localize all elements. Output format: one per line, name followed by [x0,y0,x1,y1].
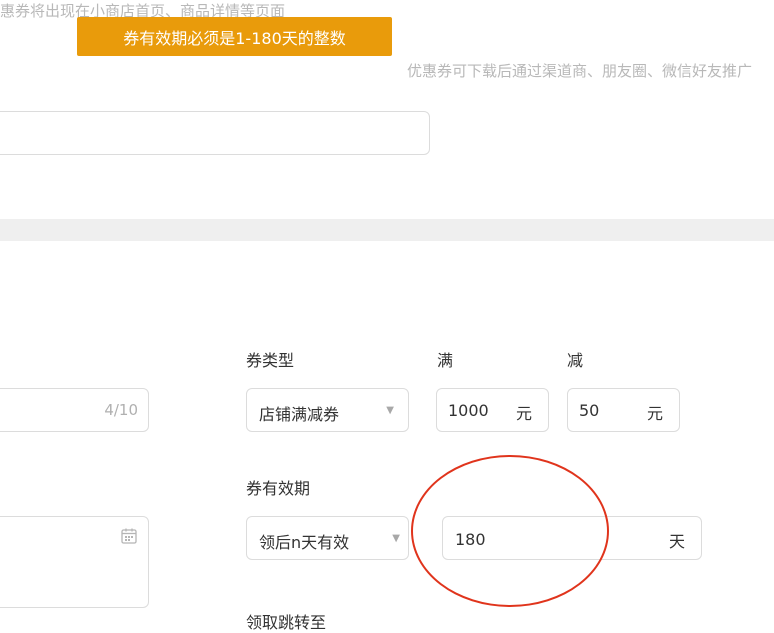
validity-days-unit: 天 [668,532,685,551]
coupon-name-input[interactable]: 4/10 [0,388,149,432]
date-range-input[interactable] [0,516,149,608]
discount-label: 减 [567,351,584,370]
chevron-down-icon: ▼ [392,533,400,544]
validity-label: 券有效期 [246,479,311,498]
coupon-type-select[interactable]: 店铺满减券 ▼ [246,388,409,432]
chevron-down-icon: ▼ [386,405,394,416]
promo-hint-text: 优惠券可下载后通过渠道商、朋友圈、微信好友推广 [407,62,753,80]
threshold-label: 满 [437,351,454,370]
section-divider [0,219,774,241]
validation-error-toast: 券有效期必须是1-180天的整数 [77,17,392,56]
coupon-type-selected: 店铺满减券 [259,405,340,424]
coupon-type-label: 券类型 [246,351,295,370]
toast-message: 券有效期必须是1-180天的整数 [123,28,346,48]
discount-value: 50 [579,401,600,420]
redirect-label: 领取跳转至 [246,613,327,632]
discount-amount-input[interactable]: 50 元 [567,388,680,432]
threshold-value: 1000 [448,401,489,420]
discount-unit: 元 [646,404,663,423]
validity-days-value: 180 [455,530,486,549]
validity-mode-select[interactable]: 领后n天有效 ▼ [246,516,409,560]
coupon-description-input[interactable] [0,111,430,155]
threshold-amount-input[interactable]: 1000 元 [436,388,549,432]
validity-mode-selected: 领后n天有效 [259,533,350,552]
calendar-icon[interactable] [120,527,138,549]
validity-days-input[interactable]: 180 天 [442,516,702,560]
threshold-unit: 元 [515,404,532,423]
name-char-counter: 4/10 [104,401,138,419]
